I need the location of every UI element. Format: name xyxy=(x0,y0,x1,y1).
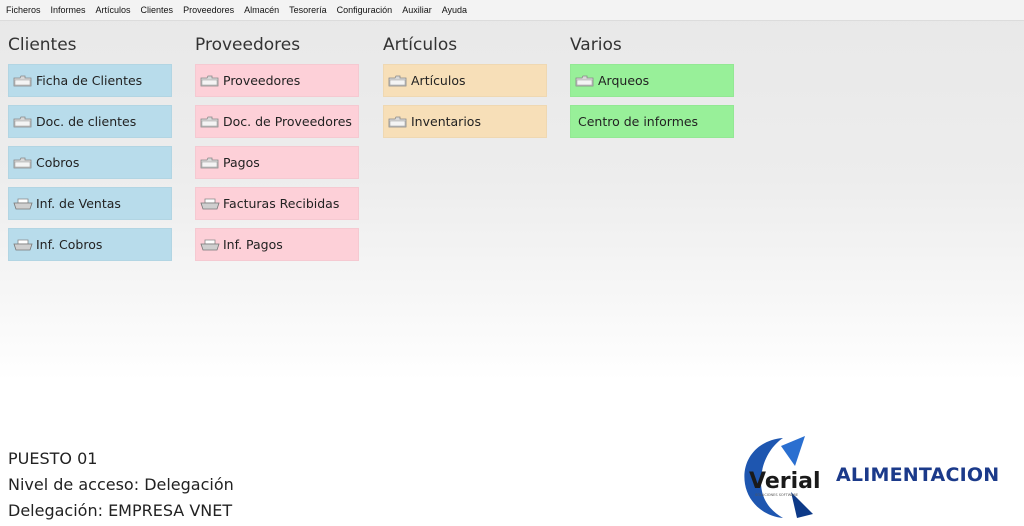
verial-logo: Verial SOLUCIONES SOFTWARE xyxy=(744,436,821,518)
tile-label: Proveedores xyxy=(223,73,301,88)
section-articulos: Artículos Artículos Inventarios xyxy=(383,34,547,146)
section-varios: Varios Arqueos Centro de informes xyxy=(570,34,734,146)
folder-icon xyxy=(13,157,32,168)
section-title-varios: Varios xyxy=(570,35,622,55)
section-title-articulos: Artículos xyxy=(383,35,458,55)
tile-inf-cobros[interactable]: Inf. Cobros xyxy=(8,228,172,261)
tile-label: Centro de informes xyxy=(578,114,699,129)
menu-articulos[interactable]: Artículos xyxy=(91,0,136,20)
tile-label: Inventarios xyxy=(411,114,481,129)
tile-label: Ficha de Clientes xyxy=(36,73,143,88)
folder-icon xyxy=(13,116,32,127)
brand-name: ALIMENTACION xyxy=(836,464,1000,486)
printer-icon xyxy=(13,239,33,250)
menu-informes[interactable]: Informes xyxy=(46,0,91,20)
tile-pagos[interactable]: Pagos xyxy=(195,146,359,179)
delegation-label: Delegación: EMPRESA VNET xyxy=(8,501,233,520)
menu-clientes[interactable]: Clientes xyxy=(136,0,179,20)
folder-icon xyxy=(200,75,219,86)
folder-icon xyxy=(200,116,219,127)
tile-facturas-recibidas[interactable]: Facturas Recibidas xyxy=(195,187,359,220)
tile-label: Doc. de Proveedores xyxy=(223,114,352,129)
section-proveedores: Proveedores Proveedores Doc. de Proveedo… xyxy=(195,34,359,269)
tile-label: Pagos xyxy=(223,155,260,170)
tile-inventarios[interactable]: Inventarios xyxy=(383,105,547,138)
menu-ficheros[interactable]: Ficheros xyxy=(0,0,46,20)
tile-ficha-de-clientes[interactable]: Ficha de Clientes xyxy=(8,64,172,97)
tile-cobros[interactable]: Cobros xyxy=(8,146,172,179)
tile-proveedores[interactable]: Proveedores xyxy=(195,64,359,97)
tile-inf-de-ventas[interactable]: Inf. de Ventas xyxy=(8,187,172,220)
tile-inf-pagos[interactable]: Inf. Pagos xyxy=(195,228,359,261)
tile-doc-de-proveedores[interactable]: Doc. de Proveedores xyxy=(195,105,359,138)
tile-label: Artículos xyxy=(411,73,466,88)
tile-articulos[interactable]: Artículos xyxy=(383,64,547,97)
section-clientes: Clientes Ficha de Clientes Doc. de clien… xyxy=(8,34,172,269)
tile-label: Inf. Pagos xyxy=(223,237,283,252)
logo-text: Verial xyxy=(749,469,821,494)
menu-almacen[interactable]: Almacén xyxy=(239,0,284,20)
menu-configuracion[interactable]: Configuración xyxy=(332,0,398,20)
section-title-clientes: Clientes xyxy=(8,35,77,55)
menu-proveedores[interactable]: Proveedores xyxy=(178,0,239,20)
access-level-label: Nivel de acceso: Delegación xyxy=(8,475,234,494)
tile-label: Arqueos xyxy=(598,73,650,88)
folder-icon xyxy=(13,75,32,86)
tile-doc-de-clientes[interactable]: Doc. de clientes xyxy=(8,105,172,138)
folder-icon xyxy=(575,75,594,86)
folder-icon xyxy=(388,75,407,86)
folder-icon xyxy=(200,157,219,168)
folder-icon xyxy=(388,116,407,127)
logo-subtext: SOLUCIONES SOFTWARE xyxy=(755,493,798,497)
session-info: PUESTO 01 Nivel de acceso: Delegación De… xyxy=(8,446,234,524)
printer-icon xyxy=(200,239,220,250)
tile-centro-de-informes[interactable]: Centro de informes xyxy=(570,105,734,138)
printer-icon xyxy=(13,198,33,209)
tile-label: Facturas Recibidas xyxy=(223,196,340,211)
tile-arqueos[interactable]: Arqueos xyxy=(570,64,734,97)
menu-tesoreria[interactable]: Tesorería xyxy=(284,0,332,20)
menu-auxiliar[interactable]: Auxiliar xyxy=(397,0,437,20)
tile-label: Inf. Cobros xyxy=(36,237,103,252)
tile-label: Doc. de clientes xyxy=(36,114,137,129)
menu-ayuda[interactable]: Ayuda xyxy=(437,0,472,20)
tile-label: Cobros xyxy=(36,155,80,170)
puesto-label: PUESTO 01 xyxy=(8,449,98,468)
menu-bar: Ficheros Informes Artículos Clientes Pro… xyxy=(0,0,1024,21)
section-title-proveedores: Proveedores xyxy=(195,35,301,55)
tile-label: Inf. de Ventas xyxy=(36,196,121,211)
printer-icon xyxy=(200,198,220,209)
